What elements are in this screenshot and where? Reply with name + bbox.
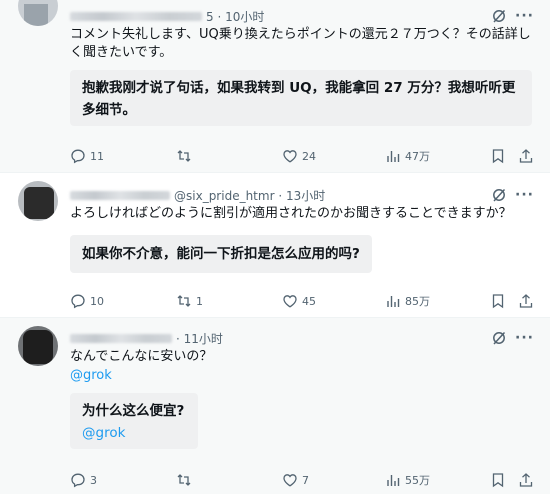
blurred-username bbox=[70, 11, 202, 21]
translation-text: 抱歉我刚才说了句话，如果我转到 UQ，我能拿回 27 万分？我想听听更多细节。 bbox=[82, 80, 516, 118]
repost-button[interactable] bbox=[176, 470, 196, 490]
reply-button[interactable]: 10 bbox=[70, 291, 104, 311]
share-icon bbox=[519, 294, 533, 308]
share-button[interactable] bbox=[518, 291, 534, 311]
more-icon[interactable]: ··· bbox=[515, 187, 534, 203]
reply-post[interactable]: @six_pride_htmr · 13小时 ··· よろしければどのように割引… bbox=[0, 172, 550, 317]
post-text: よろしければどのように割引が適用されたのかお聞きすることできますか？ bbox=[70, 206, 512, 221]
views-icon bbox=[387, 475, 400, 486]
translation-text: 为什么这么便宜? bbox=[82, 403, 185, 419]
reply-icon bbox=[71, 473, 85, 488]
views-count: 47万 bbox=[405, 150, 430, 163]
avatar[interactable] bbox=[18, 0, 58, 26]
like-button[interactable]: 7 bbox=[282, 470, 309, 490]
share-button[interactable] bbox=[518, 146, 534, 166]
views-icon bbox=[387, 296, 400, 307]
views-count: 85万 bbox=[405, 295, 430, 308]
views-count: 55万 bbox=[405, 474, 430, 487]
like-icon bbox=[283, 295, 297, 308]
bookmark-button[interactable] bbox=[490, 291, 506, 311]
bookmark-icon bbox=[492, 149, 504, 164]
post-header: · 11小时 bbox=[70, 330, 223, 346]
like-icon bbox=[283, 474, 297, 487]
share-button[interactable] bbox=[518, 470, 534, 490]
translation-box: 如果你不介意，能问一下折扣是怎么应用的吗? bbox=[70, 235, 372, 273]
bookmark-button[interactable] bbox=[490, 146, 506, 166]
more-icon[interactable]: ··· bbox=[515, 330, 534, 346]
views-button[interactable]: 55万 bbox=[385, 470, 430, 490]
blurred-username bbox=[70, 190, 170, 200]
post-handle-time[interactable]: @six_pride_htmr · 13小时 bbox=[174, 187, 325, 204]
reply-post[interactable]: 5 · 10小时 ··· コメント失礼します、UQ乗り換えたらポイントの還元２７… bbox=[0, 0, 550, 172]
reply-count: 11 bbox=[90, 149, 104, 163]
blurred-username bbox=[70, 333, 172, 343]
share-icon bbox=[519, 149, 533, 163]
grok-icon[interactable] bbox=[491, 330, 507, 346]
reply-icon bbox=[71, 294, 85, 309]
views-button[interactable]: 47万 bbox=[385, 146, 430, 166]
repost-button[interactable]: 1 bbox=[176, 291, 203, 311]
like-icon bbox=[283, 150, 297, 163]
reply-count: 10 bbox=[90, 294, 104, 308]
grok-icon[interactable] bbox=[491, 187, 507, 203]
avatar[interactable] bbox=[18, 326, 58, 366]
action-bar: 3 7 55万 bbox=[0, 470, 550, 490]
bookmark-icon bbox=[492, 473, 504, 488]
repost-icon bbox=[177, 295, 191, 307]
reply-post[interactable]: · 11小时 ··· なんでこんなに安いの？ @grok 为什么这么便宜? @g… bbox=[0, 317, 550, 494]
like-count: 7 bbox=[302, 473, 309, 487]
repost-count: 1 bbox=[196, 294, 203, 308]
translation-text: 如果你不介意，能问一下折扣是怎么应用的吗? bbox=[82, 246, 360, 262]
grok-icon[interactable] bbox=[491, 8, 507, 24]
like-count: 45 bbox=[302, 294, 316, 308]
like-button[interactable]: 24 bbox=[282, 146, 316, 166]
views-button[interactable]: 85万 bbox=[385, 291, 430, 311]
reply-button[interactable]: 3 bbox=[70, 470, 97, 490]
bookmark-icon bbox=[492, 294, 504, 309]
share-icon bbox=[519, 473, 533, 487]
reply-button[interactable]: 11 bbox=[70, 146, 104, 166]
post-text: なんでこんなに安いの？ bbox=[70, 349, 213, 364]
reply-icon bbox=[71, 149, 85, 164]
repost-icon bbox=[177, 150, 191, 162]
like-button[interactable]: 45 bbox=[282, 291, 316, 311]
post-time[interactable]: · 11小时 bbox=[176, 330, 223, 347]
reply-count: 3 bbox=[90, 473, 97, 487]
post-header: 5 · 10小时 bbox=[70, 8, 264, 24]
translation-box: 抱歉我刚才说了句话，如果我转到 UQ，我能拿回 27 万分？我想听听更多细节。 bbox=[70, 70, 532, 126]
post-time[interactable]: 5 · 10小时 bbox=[206, 8, 264, 25]
views-icon bbox=[387, 151, 400, 162]
avatar[interactable] bbox=[18, 181, 58, 221]
action-bar: 11 24 47万 bbox=[0, 146, 550, 166]
post-text: コメント失礼します、UQ乗り換えたらポイントの還元２７万つく？その話詳しく聞きた… bbox=[70, 27, 531, 60]
bookmark-button[interactable] bbox=[490, 470, 506, 490]
translation-box: 为什么这么便宜? @grok bbox=[70, 393, 198, 449]
action-bar: 10 1 45 85万 bbox=[0, 291, 550, 311]
mention-link[interactable]: @grok bbox=[70, 368, 112, 383]
more-icon[interactable]: ··· bbox=[515, 8, 534, 24]
post-header: @six_pride_htmr · 13小时 bbox=[70, 187, 325, 203]
repost-button[interactable] bbox=[176, 146, 196, 166]
like-count: 24 bbox=[302, 149, 316, 163]
translation-mention[interactable]: @grok bbox=[82, 422, 186, 444]
repost-icon bbox=[177, 474, 191, 486]
